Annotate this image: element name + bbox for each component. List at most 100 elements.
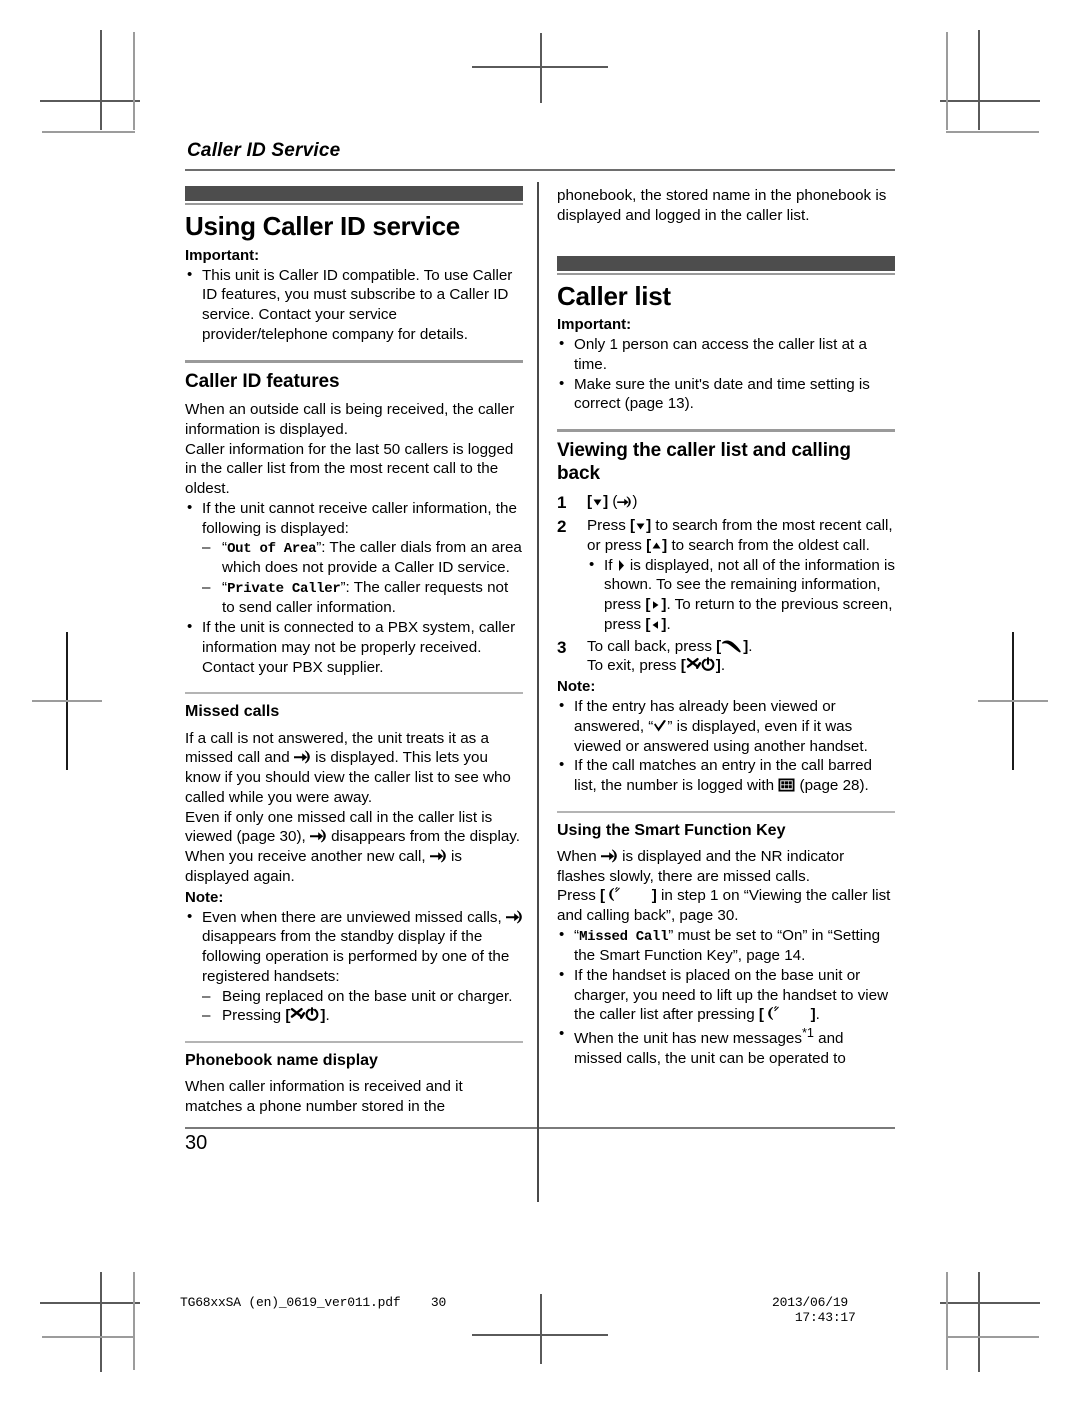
text-run: . [666,615,671,633]
registration-mark-bottom-center-horizontal [472,1334,608,1336]
note-label-right: Note: [557,678,596,695]
subsection-rule-smart-function-key [557,810,895,813]
paragraph-smart-1: When is displayed and the NR indicator f… [557,847,895,887]
crop-mark-top-left-horizontal [40,100,140,102]
down-arrow-key-icon [635,520,646,532]
text-run: to search from the oldest call. [667,536,870,554]
missed-call-icon [617,496,632,508]
crop-mark-bottom-right-vertical [978,1272,980,1372]
list-item: Being replaced on the base unit or charg… [202,987,523,1007]
section-heading-caller-id-features: Caller ID features [185,370,340,392]
step-1: 1 [] () [557,492,895,514]
running-head: Caller ID Service [187,140,341,161]
features-dash-list: “Out of Area”: The caller dials from an … [202,538,523,618]
paragraph-missed-calls-1: If a call is not answered, the unit trea… [185,729,523,808]
crop-mark-bottom-right-inner-vertical [946,1272,948,1370]
power-off-key-icon [290,1007,320,1022]
step-number: 2 [557,517,567,536]
running-head-rule [185,169,895,171]
list-item: “Missed Call” must be set to “On” in “Se… [557,925,895,966]
section-rule-viewing-caller-list [557,429,895,433]
step1-paren: () [612,492,638,510]
crop-mark-bottom-left-inner-horizontal [42,1336,135,1338]
paragraph-features-1: When an outside call is being received, … [185,401,515,438]
smart-function-key-icon [605,887,639,902]
text-run: To call back, press [587,637,717,655]
check-mark-icon [653,719,667,733]
text-run: . [815,1006,820,1024]
chapter-banner-underline [185,203,523,205]
chapter-title-caller-list: Caller list [557,280,671,311]
paragraph-continuation: phonebook, the stored name in the phoneb… [557,187,887,224]
crop-mark-top-left-vertical [100,30,102,130]
subsection-heading-missed-calls: Missed calls [185,703,280,721]
important-list-right: Only 1 person can access the caller list… [557,334,895,415]
text-run: Even when there are unviewed missed call… [202,908,506,926]
down-arrow-key: [] [630,517,652,534]
right-triangle-indicator-icon [617,559,626,572]
text-run: . [748,637,753,655]
subsection-heading-phonebook-name-display: Phonebook name display [185,1052,378,1070]
section-heading-viewing-caller-list: Viewing the caller list and calling back [557,440,851,484]
list-item: If the unit cannot receive caller inform… [185,498,523,618]
text-run: If the handset is placed on the base uni… [574,966,889,1024]
registration-mark-right-horizontal [978,700,1048,702]
print-footer-timestamp: 2013/06/19 17:43:17 [772,1295,920,1325]
list-item: If is displayed, not all of the informat… [587,555,895,635]
paragraph-phonebook-name-display: When caller information is received and … [185,1078,463,1115]
missed-call-icon [505,910,523,924]
step-body: To call back, press []. To exit, press [… [587,637,895,677]
up-arrow-key-icon [651,540,662,552]
paragraph-smart-2: Press [ ] in step 1 on “Viewing the call… [557,886,895,926]
text-run: When the unit has new messages [574,1030,802,1048]
left-column: Using Caller ID service Important: This … [185,186,539,1117]
print-footer-time: 17:43:17 [794,1310,856,1325]
text-run: disappears from the standby display if t… [202,928,510,985]
column-divider [537,182,539,1202]
step-2: 2 Press [] to search from the most recen… [557,516,895,635]
two-column-layout: Using Caller ID service Important: This … [185,182,895,1202]
chapter-banner-right [557,255,895,275]
smart-function-key-bullet-list: “Missed Call” must be set to “On” in “Se… [557,925,895,1069]
page-content: Caller ID Service Using Caller ID servic… [185,140,895,1260]
text-run: Press [587,517,631,534]
crop-mark-bottom-left-inner-vertical [133,1272,135,1370]
left-arrow-key: [] [645,615,667,633]
crop-mark-top-right-vertical [978,30,980,130]
talk-key: [] [716,637,749,655]
step-body: Press [] to search from the most recent … [587,516,895,635]
note-list-right: If the entry has already been viewed or … [557,696,895,796]
talk-key-icon [721,639,743,653]
smart-function-key: [ ] [758,1006,816,1024]
call-barred-icon [778,778,795,792]
smart-function-key: [ ] [600,887,657,905]
power-off-key: [] [285,1007,326,1025]
text-run: Press [557,887,601,905]
note-label-left: Note: [185,888,224,906]
print-footer-page: 30 [430,1295,447,1310]
step2-bullet-list: If is displayed, not all of the informat… [587,555,895,635]
text-run: . [325,1007,330,1025]
chapter-banner-underline [557,272,895,275]
up-arrow-key: [] [646,536,668,554]
power-off-key-icon [686,657,716,672]
step-body: [] () [587,492,895,514]
missed-call-icon [309,829,327,843]
page-number: 30 [185,1131,208,1154]
crop-mark-bottom-right-horizontal [940,1302,1040,1304]
list-item: Only 1 person can access the caller list… [557,334,895,375]
list-item: If the call matches an entry in the call… [557,755,895,796]
list-item: “Private Caller”: The caller requests no… [202,578,523,618]
list-item: If the handset is placed on the base uni… [557,965,895,1025]
important-list-left: This unit is Caller ID compatible. To us… [185,265,523,345]
important-label-right: Important: [557,316,632,334]
right-arrow-key-icon [650,599,661,611]
smart-function-key-icon [764,1006,798,1021]
code-missed-call: Missed Call [579,928,669,945]
crop-mark-bottom-left-horizontal [40,1302,140,1304]
crop-mark-top-left-inner-vertical [133,32,135,130]
note-list-left: Even when there are unviewed missed call… [185,907,523,1027]
list-item: Make sure the unit's date and time setti… [557,374,895,415]
print-footer-file: TG68xxSA (en)_0619_ver011.pdf 30 [180,1295,472,1325]
list-item: When the unit has new messages*1 and mis… [557,1024,895,1069]
